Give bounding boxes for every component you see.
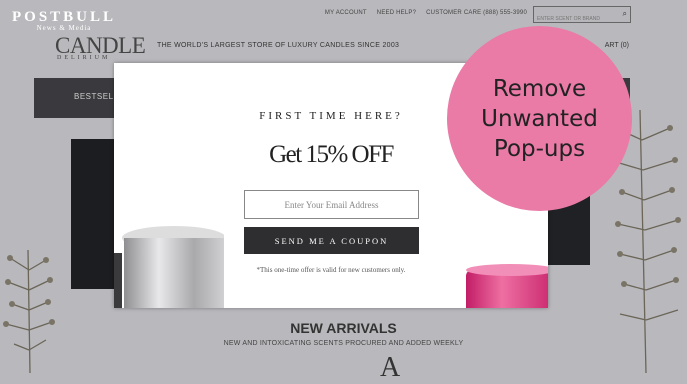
badge-line-2: Unwanted xyxy=(481,105,598,132)
need-help-link[interactable]: NEED HELP? xyxy=(377,10,416,16)
search-icon[interactable]: ⌕ xyxy=(623,9,627,19)
branch-left-decoration xyxy=(3,249,55,373)
popup-disclaimer: *This one-time offer is valid for new cu… xyxy=(256,266,406,274)
remove-popups-badge: Remove Unwanted Pop-ups xyxy=(447,26,632,211)
customer-care-link[interactable]: CUSTOMER CARE (888) 555-3990 xyxy=(426,10,527,16)
silver-candle-image xyxy=(114,226,224,308)
search-input[interactable] xyxy=(534,11,620,27)
bottom-script-letter: A xyxy=(380,352,401,383)
new-arrivals-subheading: NEW AND INTOXICATING SCENTS PROCURED AND… xyxy=(223,340,464,347)
badge-line-3: Pop-ups xyxy=(493,135,586,162)
my-account-link[interactable]: MY ACCOUNT xyxy=(325,10,367,16)
email-field[interactable] xyxy=(244,190,419,219)
badge-line-1: Remove xyxy=(492,75,587,102)
send-coupon-button[interactable]: SEND ME A COUPON xyxy=(244,227,419,254)
new-arrivals-heading: NEW ARRIVALS xyxy=(290,320,397,336)
site-logo[interactable]: CANDLE DELIRIUM xyxy=(55,33,146,61)
site-tagline: THE WORLD'S LARGEST STORE OF LUXURY CAND… xyxy=(157,42,400,49)
cart-link[interactable]: ART (0) xyxy=(605,42,629,49)
site-logo-sub: DELIRIUM xyxy=(57,55,111,61)
site-search[interactable]: ⌕ xyxy=(533,6,631,27)
postbull-watermark: POSTBULL News & Media xyxy=(12,9,116,32)
